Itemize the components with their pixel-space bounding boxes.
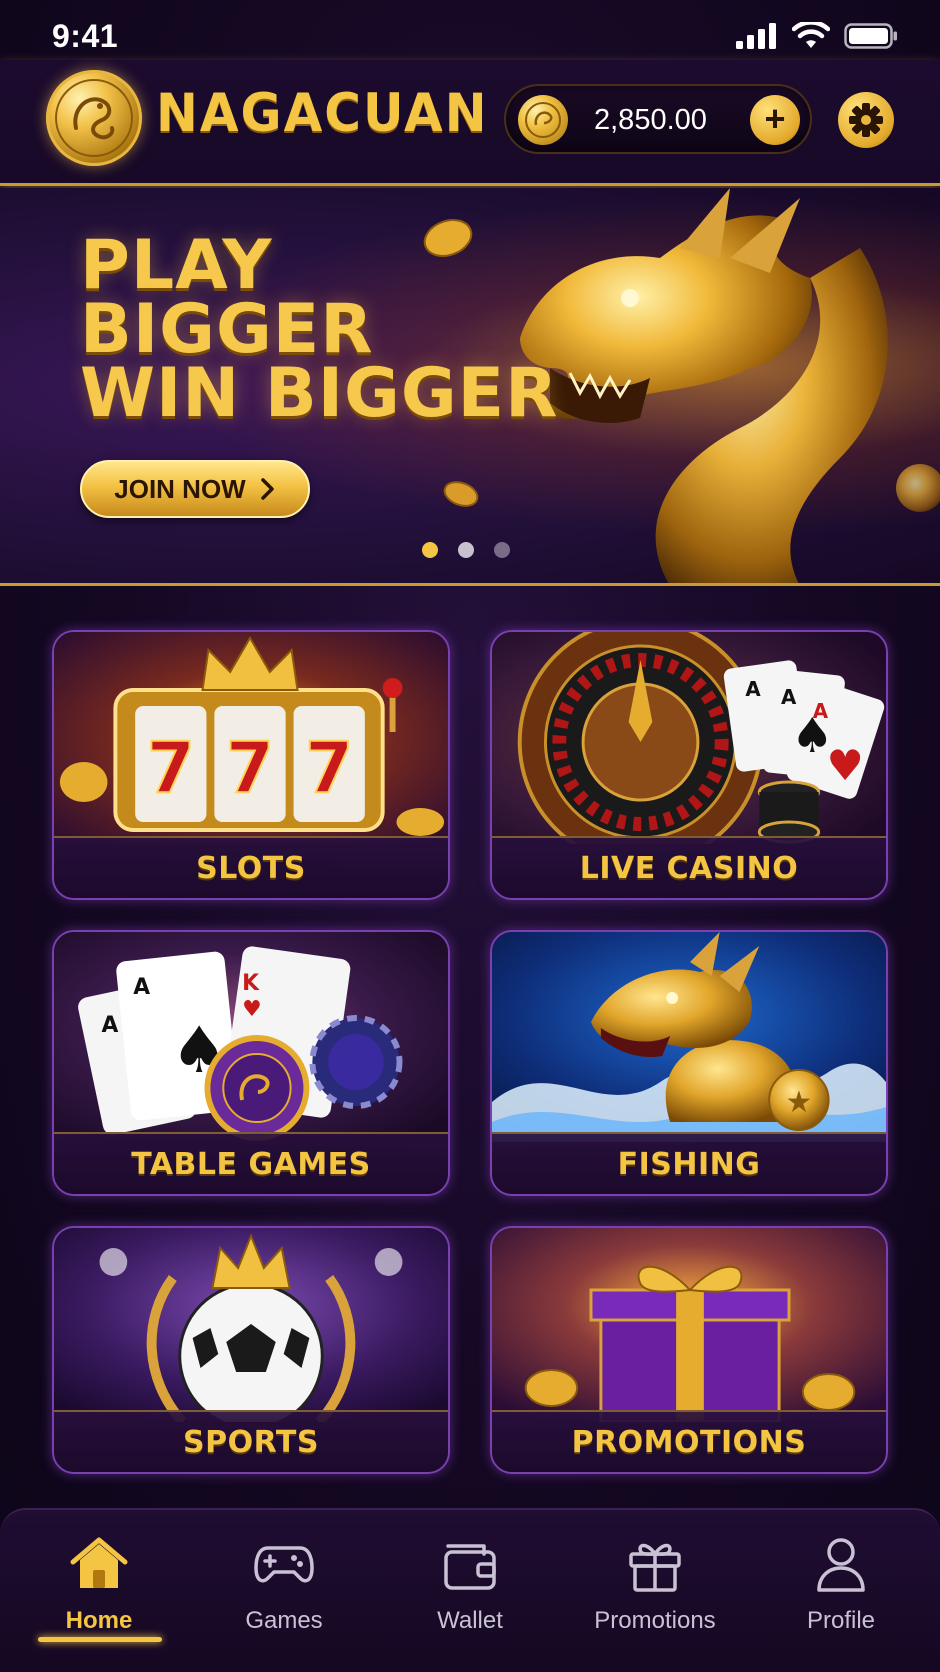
nav-item-promotions[interactable]: Promotions (580, 1534, 730, 1635)
soccer-ball-trophy-image (54, 1228, 448, 1422)
hero-line-3: WIN BIGGER (80, 354, 559, 433)
nav-item-home[interactable]: Home (24, 1534, 174, 1635)
balance-display[interactable]: 2,850.00 + (504, 84, 812, 154)
svg-text:A: A (102, 1013, 119, 1038)
svg-text:♥: ♥ (242, 997, 262, 1022)
app-root: 9:41 NAGACUAN 2,850.00 + PLAY BIGGER WIN… (0, 0, 940, 1672)
app-header: NAGACUAN 2,850.00 + (0, 60, 940, 186)
user-icon (817, 1538, 865, 1592)
carousel-indicators (422, 542, 510, 558)
coin-icon (518, 95, 568, 145)
sea-dragon-image: ★ (492, 932, 886, 1142)
nav-label: Wallet (437, 1607, 503, 1634)
playing-cards-chips-image: A A ♠ K ♥ (54, 932, 448, 1142)
tile-label: TABLE GAMES (131, 1146, 371, 1182)
svg-text:7: 7 (226, 728, 274, 809)
svg-text:K: K (242, 971, 260, 996)
tile-label-bar: TABLE GAMES (54, 1132, 448, 1194)
hero-line-2: BIGGER (80, 290, 374, 369)
tile-label: SPORTS (183, 1424, 319, 1460)
tile-live-casino[interactable]: A A A ♠ ♥ LIVE CASINO (490, 630, 888, 900)
svg-text:7: 7 (305, 728, 353, 809)
status-time: 9:41 (52, 18, 119, 54)
chevron-right-icon (260, 478, 274, 500)
carousel-dot[interactable] (494, 542, 510, 558)
gift-box-image (492, 1228, 886, 1422)
tile-label-bar: PROMOTIONS (492, 1410, 886, 1472)
dragon-logo-icon[interactable] (46, 70, 142, 166)
hero-headline: PLAY BIGGER WIN BIGGER (80, 226, 559, 433)
nav-label: Home (65, 1607, 133, 1634)
tile-label-bar: SPORTS (54, 1410, 448, 1472)
tile-label: PROMOTIONS (571, 1424, 807, 1460)
nav-label: Games (245, 1607, 323, 1634)
bottom-navigation: Home Games Wallet Promotions Profile (0, 1508, 940, 1672)
gear-icon (849, 103, 883, 137)
tile-label: SLOTS (196, 850, 306, 886)
hero-line-1: PLAY (80, 226, 273, 305)
nav-item-profile[interactable]: Profile (766, 1534, 916, 1635)
balance-amount: 2,850.00 (594, 104, 707, 136)
svg-text:★: ★ (786, 1085, 813, 1120)
wifi-icon (792, 22, 830, 48)
tile-label: LIVE CASINO (579, 850, 799, 886)
tile-label-bar: SLOTS (54, 836, 448, 898)
tile-label-bar: LIVE CASINO (492, 836, 886, 898)
svg-text:A: A (781, 686, 797, 709)
brand-name: NAGACUAN (156, 82, 489, 144)
signal-icon (736, 23, 776, 49)
tile-table-games[interactable]: A A ♠ K ♥ TABLE GAMES (52, 930, 450, 1196)
tile-label: FISHING (617, 1146, 761, 1182)
roulette-cards-image: A A A ♠ ♥ (492, 632, 886, 844)
battery-icon (844, 23, 897, 49)
svg-text:7: 7 (147, 728, 195, 809)
nav-item-games[interactable]: Games (209, 1534, 359, 1635)
nav-label: Promotions (594, 1607, 716, 1634)
tile-sports[interactable]: SPORTS (52, 1226, 450, 1474)
carousel-dot[interactable] (458, 542, 474, 558)
nav-label: Profile (806, 1607, 876, 1634)
add-funds-button[interactable]: + (750, 95, 800, 145)
join-now-label: JOIN NOW (114, 473, 246, 504)
settings-button[interactable] (838, 92, 894, 148)
floating-coin-icon (443, 481, 479, 507)
gamepad-icon (254, 1546, 314, 1583)
svg-text:A: A (133, 975, 150, 1000)
join-now-button[interactable]: JOIN NOW (80, 460, 310, 518)
category-grid: 7 7 7 SLOTS A A A ♠ ♥ LIVE CASINO A A ♠ … (52, 630, 888, 1474)
tile-promotions[interactable]: PROMOTIONS (490, 1226, 888, 1474)
gift-icon (629, 1543, 681, 1592)
svg-text:A: A (745, 678, 761, 701)
hero-banner[interactable]: PLAY BIGGER WIN BIGGER JOIN NOW (0, 188, 940, 586)
tile-fishing[interactable]: ★ FISHING (490, 930, 888, 1196)
tile-slots[interactable]: 7 7 7 SLOTS (52, 630, 450, 900)
carousel-dot[interactable] (422, 542, 438, 558)
slot-machine-image: 7 7 7 (54, 632, 448, 844)
wallet-icon (444, 1544, 496, 1590)
svg-text:♥: ♥ (827, 741, 864, 790)
tile-label-bar: FISHING (492, 1132, 886, 1194)
active-tab-indicator (38, 1637, 162, 1642)
status-icons (736, 22, 898, 50)
nav-item-wallet[interactable]: Wallet (395, 1534, 545, 1635)
home-icon (70, 1537, 128, 1588)
